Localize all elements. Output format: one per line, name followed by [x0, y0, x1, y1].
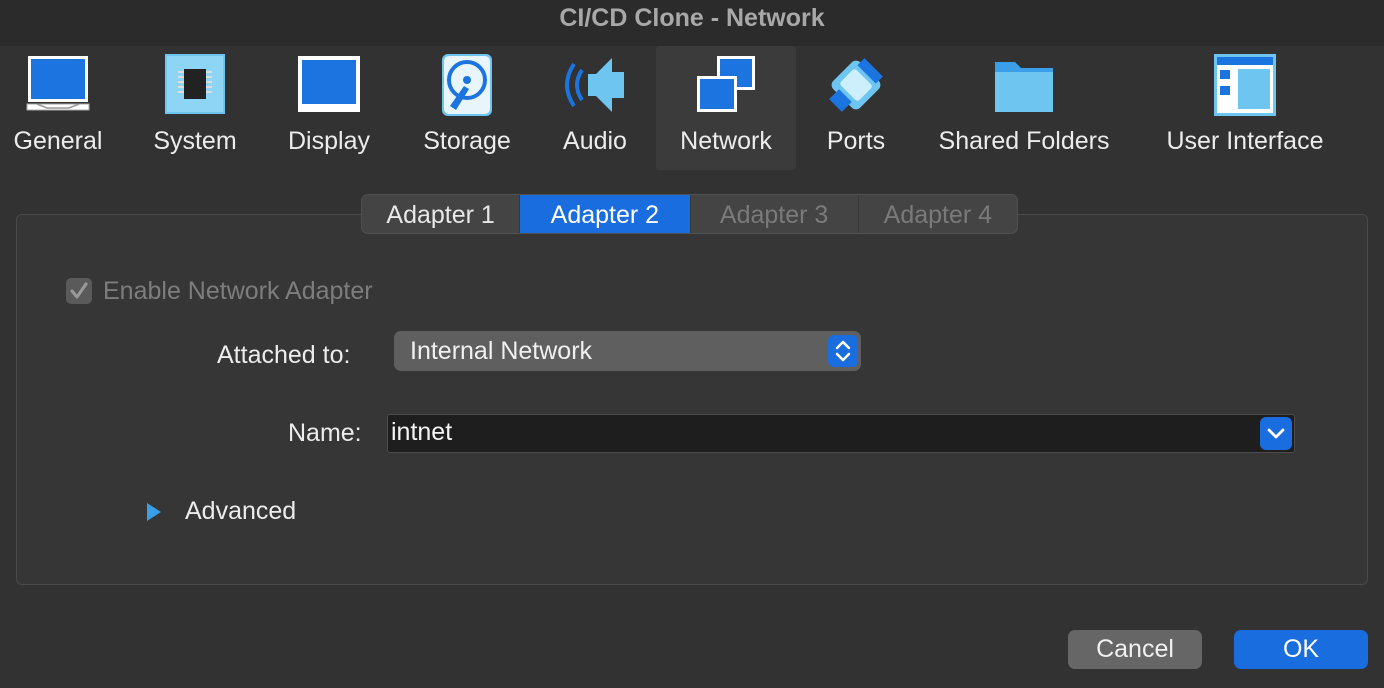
toolbar-label-storage: Storage	[423, 127, 511, 155]
toolbar-label-general: General	[13, 127, 103, 155]
tab-adapter-3: Adapter 3	[691, 195, 859, 233]
ok-button[interactable]: OK	[1234, 630, 1368, 669]
toolbar-item-display[interactable]: Display	[272, 46, 386, 170]
toolbar-label-ports: Ports	[826, 127, 886, 155]
tab-adapter-4: Adapter 4	[883, 201, 993, 229]
disclosure-triangle-icon[interactable]	[146, 502, 162, 522]
hard-disk-icon	[442, 54, 492, 116]
toolbar-item-network[interactable]: Network	[656, 46, 796, 170]
toolbar-item-system[interactable]: System	[136, 46, 254, 170]
enable-adapter-checkbox	[66, 278, 92, 304]
toolbar-label-network: Network	[680, 127, 772, 155]
enable-adapter-label: Enable Network Adapter	[103, 277, 373, 305]
display-icon	[298, 56, 360, 112]
toolbar-item-user-interface[interactable]: User Interface	[1150, 46, 1340, 170]
tab-adapter-2[interactable]: Adapter 2	[520, 195, 691, 233]
adapter-tabs: Adapter 1 Adapter 2 Adapter 3 Adapter 4	[361, 194, 1018, 234]
toolbar-item-storage[interactable]: Storage	[406, 46, 528, 170]
cancel-button[interactable]: Cancel	[1068, 630, 1202, 669]
attached-to-value: Internal Network	[410, 337, 593, 365]
title-bar: CI/CD Clone - Network	[0, 0, 1384, 46]
adapter-panel	[16, 214, 1368, 585]
chip-icon	[165, 54, 225, 114]
general-monitor-icon	[26, 56, 90, 111]
toolbar-item-shared-folders[interactable]: Shared Folders	[926, 46, 1122, 170]
toolbar-label-shared-folders: Shared Folders	[938, 127, 1110, 155]
toolbar-label-audio: Audio	[563, 127, 627, 155]
name-value: intnet	[391, 418, 453, 446]
settings-toolbar: General System Display Storage Audio Net…	[0, 46, 1384, 170]
folder-icon	[995, 62, 1053, 112]
window-title: CI/CD Clone - Network	[559, 4, 825, 32]
toolbar-label-system: System	[153, 127, 237, 155]
toolbar-item-ports[interactable]: Ports	[810, 46, 902, 170]
toolbar-item-audio[interactable]: Audio	[546, 46, 644, 170]
checkmark-icon	[70, 282, 88, 299]
serial-port-icon	[829, 58, 883, 112]
speaker-icon	[565, 58, 624, 112]
select-stepper-icon	[828, 335, 858, 367]
toolbar-label-display: Display	[288, 127, 370, 155]
toolbar-item-general[interactable]: General	[0, 46, 116, 170]
attached-to-label: Attached to:	[217, 341, 351, 369]
chevron-down-icon[interactable]	[1260, 417, 1292, 450]
advanced-label[interactable]: Advanced	[185, 497, 296, 526]
name-label: Name:	[288, 419, 362, 447]
name-combobox[interactable]: intnet	[387, 414, 1295, 453]
tab-adapter-1[interactable]: Adapter 1	[362, 195, 521, 233]
window-layout-icon	[1214, 54, 1276, 116]
network-icon	[697, 56, 755, 112]
attached-to-select[interactable]: Internal Network	[394, 331, 861, 371]
toolbar-label-user-interface: User Interface	[1166, 127, 1324, 155]
